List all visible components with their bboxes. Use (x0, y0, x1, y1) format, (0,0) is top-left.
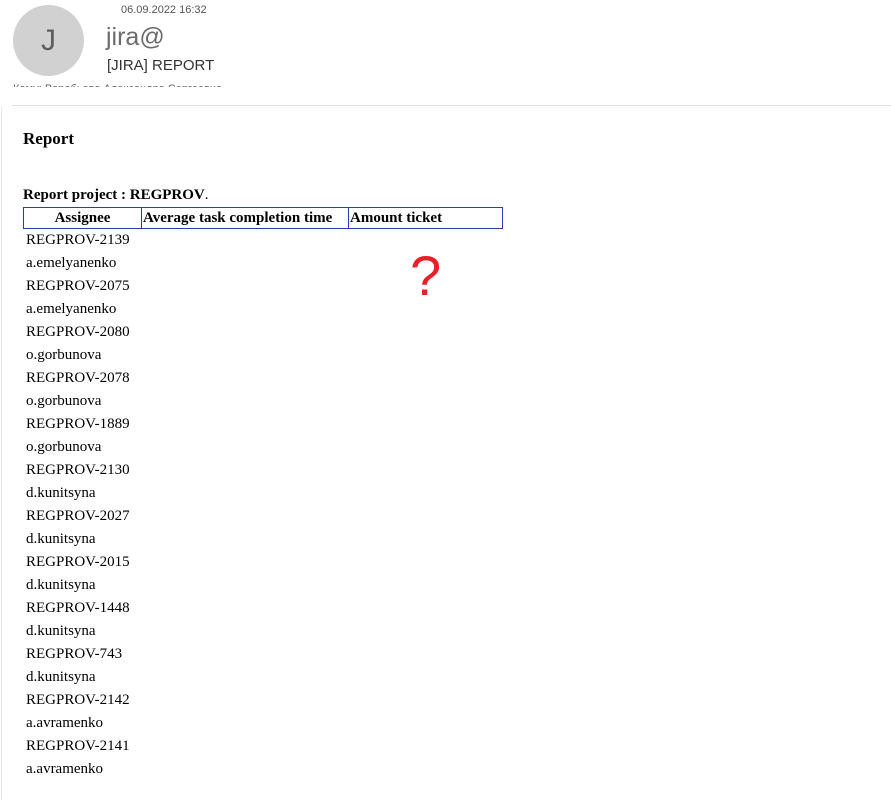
email-body: Report Report project : REGPROV. Assigne… (23, 129, 503, 782)
report-project-line: Report project : REGPROV. (23, 187, 503, 203)
sender-address[interactable]: jira@ (106, 23, 165, 52)
list-item: REGPROV-2141 (26, 738, 130, 754)
report-table: Assignee Average task completion time Am… (23, 207, 503, 229)
column-header-assignee: Assignee (23, 207, 142, 229)
list-item: REGPROV-2078 (26, 370, 130, 386)
project-dot: . (204, 187, 209, 203)
list-item: o.gorbunova (26, 393, 102, 409)
list-item: REGPROV-1448 (26, 600, 130, 616)
recipient-line: Кому: Воробьева Александра Сергеевна (13, 80, 273, 87)
list-item: d.kunitsyna (26, 531, 96, 547)
list-item: REGPROV-2130 (26, 462, 130, 478)
body-left-border (1, 106, 2, 800)
avatar-letter: J (41, 23, 56, 57)
list-item: REGPROV-2142 (26, 692, 130, 708)
email-subject: [JIRA] REPORT (107, 57, 215, 74)
sender-avatar: J (13, 5, 84, 76)
email-date: 06.09.2022 16:32 (121, 4, 207, 16)
project-label: Report project : REGPROV (23, 187, 205, 203)
question-mark-annotation: ? (410, 244, 442, 307)
list-item: d.kunitsyna (26, 669, 96, 685)
list-item: REGPROV-1889 (26, 416, 130, 432)
column-header-avg-time: Average task completion time (141, 207, 349, 229)
list-item: a.avramenko (26, 761, 104, 777)
list-item: o.gorbunova (26, 347, 102, 363)
list-item: a.avramenko (26, 715, 104, 731)
list-item: REGPROV-2080 (26, 324, 130, 340)
column-header-amount: Amount ticket (348, 207, 503, 229)
report-table-header: Assignee Average task completion time Am… (23, 207, 503, 229)
list-item: d.kunitsyna (26, 577, 96, 593)
list-item: REGPROV-2015 (26, 554, 130, 570)
list-item: REGPROV-2027 (26, 508, 130, 524)
header-divider (12, 105, 891, 106)
report-heading: Report (23, 129, 74, 148)
list-item: d.kunitsyna (26, 485, 96, 501)
list-item: REGPROV-743 (26, 646, 123, 662)
report-rows: REGPROV-2139 a.emelyanenko REGPROV-2075 a.e… (26, 230, 503, 782)
list-item: d.kunitsyna (26, 623, 96, 639)
list-item: o.gorbunova (26, 439, 102, 455)
